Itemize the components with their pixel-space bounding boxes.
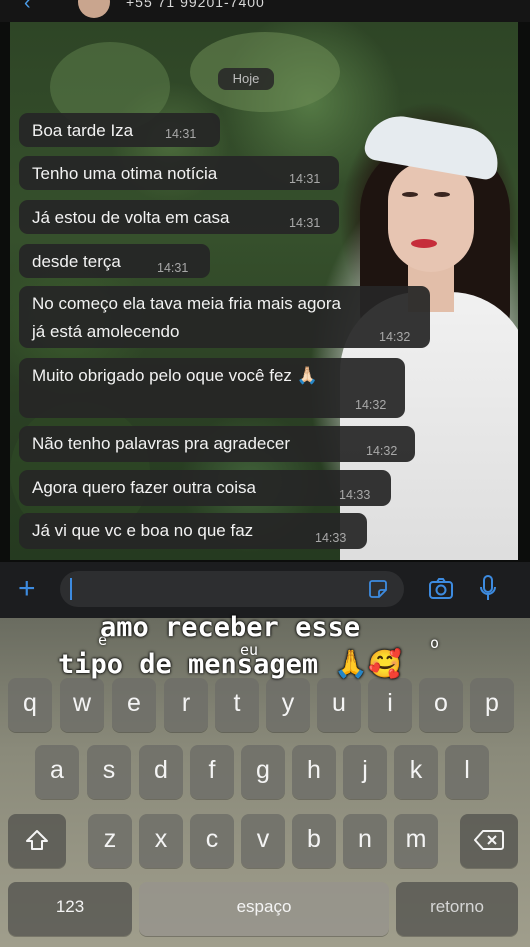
chat-area: Hoje Boa tarde Iza 14:31 Tenho uma otima… — [10, 22, 518, 560]
delete-key[interactable] — [460, 814, 518, 868]
back-icon[interactable]: ‹ — [24, 0, 31, 15]
return-key[interactable]: retorno — [396, 882, 518, 936]
story-small-text: o — [430, 634, 440, 652]
key-g[interactable]: g — [241, 745, 285, 799]
message-bubble[interactable]: Já vi que vc e boa no que faz 14:33 — [19, 513, 367, 549]
keyboard: q w e r t y u i o p a s d f g h j k l z … — [0, 612, 530, 947]
key-e[interactable]: e — [112, 678, 156, 732]
message-time: 14:31 — [165, 127, 197, 141]
avatar[interactable] — [78, 0, 110, 18]
key-p[interactable]: p — [470, 678, 514, 732]
key-r[interactable]: r — [164, 678, 208, 732]
message-time: 14:31 — [289, 216, 321, 230]
key-l[interactable]: l — [445, 745, 489, 799]
message-time: 14:33 — [339, 488, 371, 502]
message-bubble[interactable]: Já estou de volta em casa 14:31 — [19, 200, 339, 234]
key-y[interactable]: y — [266, 678, 310, 732]
message-bubble[interactable]: Não tenho palavras pra agradecer 14:32 — [19, 426, 415, 462]
message-text-line1: No começo ela tava meia fria mais agora — [32, 294, 341, 313]
message-time: 14:32 — [355, 398, 387, 412]
message-text: desde terça — [32, 252, 121, 271]
message-bubble[interactable]: Muito obrigado pelo oque você fez 🙏🏻 14:… — [19, 358, 405, 418]
key-t[interactable]: t — [215, 678, 259, 732]
key-h[interactable]: h — [292, 745, 336, 799]
message-input-bar: + — [0, 562, 530, 618]
message-bubble[interactable]: No começo ela tava meia fria mais agora … — [19, 286, 430, 348]
microphone-icon[interactable] — [478, 574, 498, 604]
message-time: 14:31 — [289, 172, 321, 186]
key-n[interactable]: n — [343, 814, 387, 868]
key-b[interactable]: b — [292, 814, 336, 868]
story-caption-line1: amo receber esse — [100, 612, 361, 643]
key-i[interactable]: i — [368, 678, 412, 732]
shift-icon — [26, 830, 48, 850]
shift-key[interactable] — [8, 814, 66, 868]
contact-name[interactable]: +55 71 99201-7400 — [126, 0, 265, 10]
wallpaper-woman-lips — [411, 239, 437, 248]
key-j[interactable]: j — [343, 745, 387, 799]
plus-icon[interactable]: + — [18, 574, 36, 604]
key-q[interactable]: q — [8, 678, 52, 732]
message-text: Tenho uma otima notícia — [32, 164, 218, 183]
message-time: 14:32 — [379, 330, 411, 344]
message-time: 14:32 — [366, 444, 398, 458]
key-z[interactable]: z — [88, 814, 132, 868]
phone-screen: ‹ +55 71 99201-7400 Hoje Boa tarde Iza 1… — [0, 0, 530, 947]
wallpaper-woman-eye — [434, 192, 450, 197]
sticker-icon[interactable] — [368, 579, 388, 599]
message-text: Agora quero fazer outra coisa — [32, 478, 256, 497]
key-s[interactable]: s — [87, 745, 131, 799]
message-time: 14:31 — [157, 261, 189, 275]
message-text: Já estou de volta em casa — [32, 208, 230, 227]
message-text: Já vi que vc e boa no que faz — [32, 521, 254, 540]
wallpaper-woman-face — [388, 162, 474, 272]
key-d[interactable]: d — [139, 745, 183, 799]
key-f[interactable]: f — [190, 745, 234, 799]
message-time: 14:33 — [315, 531, 347, 545]
text-caret — [70, 578, 72, 600]
key-w[interactable]: w — [60, 678, 104, 732]
message-text: Boa tarde Iza — [32, 121, 134, 140]
message-bubble[interactable]: Tenho uma otima notícia 14:31 — [19, 156, 339, 190]
message-bubble[interactable]: desde terça 14:31 — [19, 244, 210, 278]
numbers-key[interactable]: 123 — [8, 882, 132, 936]
key-u[interactable]: u — [317, 678, 361, 732]
message-text: Muito obrigado pelo oque você fez 🙏🏻 — [32, 366, 318, 385]
chat-header[interactable]: ‹ +55 71 99201-7400 — [0, 0, 530, 22]
camera-icon[interactable] — [428, 576, 454, 602]
message-text-line2: já está amolecendo — [32, 322, 180, 341]
wallpaper-woman-eye — [402, 192, 418, 197]
message-bubble[interactable]: Boa tarde Iza 14:31 — [19, 113, 220, 147]
message-bubble[interactable]: Agora quero fazer outra coisa 14:33 — [19, 470, 391, 506]
key-x[interactable]: x — [139, 814, 183, 868]
key-a[interactable]: a — [35, 745, 79, 799]
message-text: Não tenho palavras pra agradecer — [32, 434, 290, 453]
key-k[interactable]: k — [394, 745, 438, 799]
space-key[interactable]: espaço — [139, 882, 389, 936]
message-input[interactable] — [60, 571, 404, 607]
key-o[interactable]: o — [419, 678, 463, 732]
date-chip: Hoje — [218, 68, 274, 90]
key-v[interactable]: v — [241, 814, 285, 868]
backspace-icon — [474, 830, 504, 850]
key-m[interactable]: m — [394, 814, 438, 868]
key-c[interactable]: c — [190, 814, 234, 868]
story-caption-line2: tipo de mensagem 🙏🥰 — [58, 649, 402, 680]
